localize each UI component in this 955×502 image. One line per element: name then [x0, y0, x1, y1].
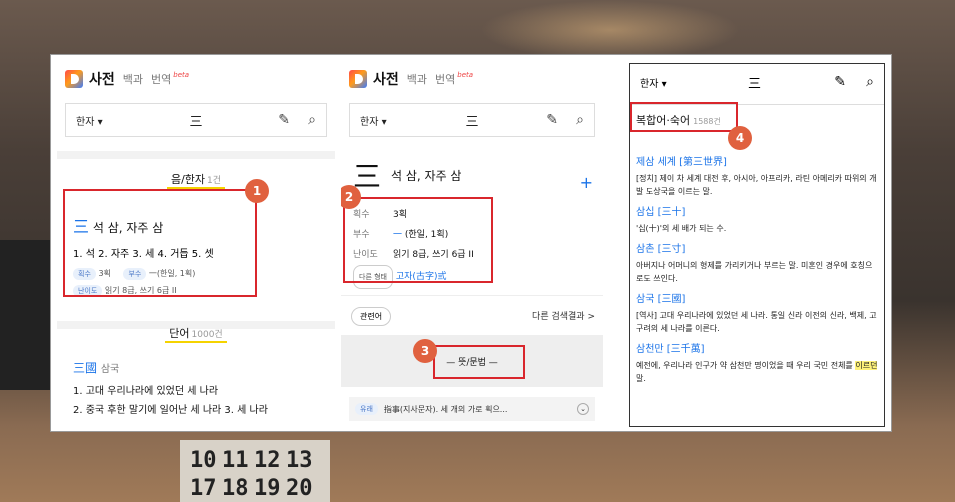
search-bar[interactable]: 한자 ▾ 三 ✎ ⌕ [630, 64, 884, 100]
annotation-badge-4: 4 [728, 126, 752, 150]
word-reading: 삼국 [100, 364, 120, 375]
word-entry[interactable]: 三國 삼국 1. 고대 우리나라에 있었던 세 나라 2. 중국 후한 말기에 … [73, 359, 333, 416]
search-icon[interactable]: ⌕ [308, 112, 316, 128]
screenshot-card: 사전 백과 번역 beta 한자 ▾ 三 ✎ ⌕ 음/한자 1건 三 석 삼, 자… [50, 54, 892, 432]
highlight-box-2 [343, 197, 493, 283]
list-item[interactable]: 제삼 세계 [第三世界] [정치] 제이 차 세계 대전 후, 아시아, 아프리… [636, 156, 878, 198]
beta-label: beta [457, 71, 474, 79]
search-icon[interactable]: ⌕ [866, 74, 874, 90]
beta-label: beta [173, 71, 190, 79]
search-input[interactable]: 三 [189, 111, 202, 130]
related-words-button[interactable]: 관련어 [351, 307, 392, 326]
handwriting-pen-icon[interactable]: ✎ [546, 112, 558, 128]
list-item[interactable]: 삼천만 [三千萬] 예전에, 우리나라 인구가 약 삼천만 명이었을 때 우리 … [636, 343, 878, 385]
section-divider [57, 151, 335, 159]
highlight-box-4 [630, 102, 738, 132]
more-results-link[interactable]: 다른 검색결과 > [532, 309, 595, 322]
logo-title: 사전 [373, 72, 399, 88]
background-calendar: 10 11 12 13 17 18 19 20 [180, 440, 330, 502]
highlight-box-1 [63, 189, 257, 297]
word-hanja: 三國 [73, 361, 98, 375]
search-bar[interactable]: 한자 ▾ 三 ✎ ⌕ [65, 103, 327, 137]
detail-reading: 석 삼, 자주 삼 [391, 168, 462, 183]
handwriting-pen-icon[interactable]: ✎ [834, 74, 846, 90]
list-item[interactable]: 삼십 [三十] '십(十)'의 세 배가 되는 수. [636, 206, 878, 235]
search-input[interactable]: 三 [465, 111, 478, 130]
compound-list: 제삼 세계 [第三世界] [정치] 제이 차 세계 대전 후, 아시아, 아프리… [636, 156, 878, 385]
list-item[interactable]: 삼촌 [三寸] 아버지나 어머니의 형제를 가리키거나 부르는 말. 미혼인 경… [636, 243, 878, 285]
etymology-tag: 유래 [355, 403, 378, 415]
search-type-select[interactable]: 한자 ▾ [76, 113, 103, 128]
search-bar[interactable]: 한자 ▾ 三 ✎ ⌕ [349, 103, 595, 137]
annotation-badge-1: 1 [245, 179, 269, 203]
panel-result-list: 사전 백과 번역 beta 한자 ▾ 三 ✎ ⌕ 음/한자 1건 三 석 삼, 자… [57, 63, 335, 427]
tab-translate[interactable]: 번역 [435, 71, 455, 87]
search-icon[interactable]: ⌕ [576, 112, 584, 128]
search-input[interactable]: 三 [748, 73, 761, 92]
word-def-1: 1. 고대 우리나라에 있었던 세 나라 [73, 386, 219, 397]
etymology-text: 指事(지사문자). 세 개의 가로 획으... [383, 404, 508, 414]
background-lamp [480, 0, 740, 60]
highlight-box-3 [433, 345, 525, 379]
add-wordbook-plus-icon[interactable]: + [580, 173, 593, 192]
section-title-hanja: 음/한자 1건 [57, 171, 335, 189]
tab-translate[interactable]: 번역 [151, 71, 171, 87]
annotation-badge-3: 3 [413, 339, 437, 363]
logo[interactable]: 사전 백과 번역 beta [349, 67, 603, 91]
daum-dictionary-logo-icon [65, 70, 83, 88]
search-type-select[interactable]: 한자 ▾ [640, 75, 667, 90]
chevron-down-icon[interactable]: ⌄ [577, 403, 589, 415]
panel-hanja-detail: 사전 백과 번역 beta 한자 ▾ 三 ✎ ⌕ 三 석 삼, 자주 삼 + 획… [341, 63, 603, 427]
word-def-2: 2. 중국 후한 말기에 일어난 세 나라 3. 세 나라 [73, 405, 268, 416]
tab-encyclopedia[interactable]: 백과 [407, 71, 427, 87]
daum-dictionary-logo-icon [349, 70, 367, 88]
panel-compound-words: 한자 ▾ 三 ✎ ⌕ 복합어·숙어 1588건 4 제삼 세계 [第三世界] [정… [629, 63, 885, 427]
etymology-accordion[interactable]: 유래 指事(지사문자). 세 개의 가로 획으... ⌄ [349, 397, 595, 421]
logo-title: 사전 [89, 72, 115, 88]
list-item[interactable]: 삼국 [三國] [역사] 고대 우리나라에 있었던 세 나라. 통일 신라 이전… [636, 293, 878, 335]
section-title-words: 단어 1000건 [57, 325, 335, 343]
logo[interactable]: 사전 백과 번역 beta [65, 67, 335, 91]
background-laptop [0, 240, 50, 390]
search-type-select[interactable]: 한자 ▾ [360, 113, 387, 128]
tab-encyclopedia[interactable]: 백과 [123, 71, 143, 87]
handwriting-pen-icon[interactable]: ✎ [278, 112, 290, 128]
detail-header: 三 석 삼, 자주 삼 [353, 155, 461, 195]
